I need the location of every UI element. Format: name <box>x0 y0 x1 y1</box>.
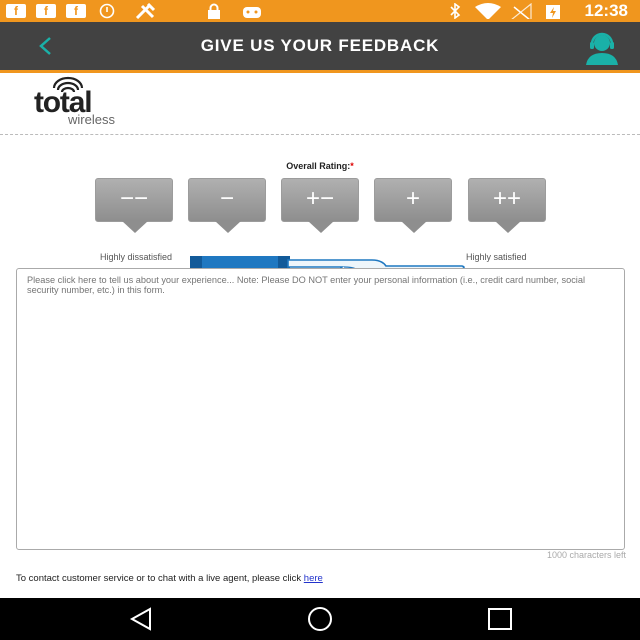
recents-square-icon <box>488 608 512 630</box>
contact-here-link[interactable]: here <box>304 573 323 584</box>
nav-back-button[interactable] <box>120 606 160 632</box>
status-time: 12:38 <box>584 1 628 20</box>
tools-icon <box>135 3 156 19</box>
lock-icon <box>208 3 220 19</box>
rating-option-neutral[interactable]: +− <box>281 178 359 233</box>
total-wireless-logo: total wireless <box>30 76 180 128</box>
home-circle-icon <box>308 607 332 631</box>
game-controller-icon <box>243 7 261 18</box>
rating-slider-thumb[interactable] <box>190 256 290 268</box>
facebook-icon: f <box>36 4 56 18</box>
nav-recents-button[interactable] <box>480 606 520 632</box>
rating-option-negative[interactable]: − <box>188 178 266 233</box>
facebook-icon: f <box>66 4 86 18</box>
navigation-bar <box>0 598 640 640</box>
page-title: GIVE US YOUR FEEDBACK <box>200 36 440 55</box>
bluetooth-icon <box>450 3 461 19</box>
character-counter: 1000 characters left <box>546 550 626 560</box>
alarm-icon <box>99 3 115 19</box>
feedback-textarea[interactable] <box>16 268 625 550</box>
scale-high-label: Highly satisfied <box>466 252 527 262</box>
divider <box>0 134 640 135</box>
wifi-icon <box>475 3 501 19</box>
svg-text:wireless: wireless <box>67 112 115 127</box>
battery-charging-icon <box>546 5 560 19</box>
facebook-icon: f <box>6 4 26 18</box>
support-agent-icon <box>586 32 618 65</box>
no-signal-icon <box>511 3 532 19</box>
app-bar: GIVE US YOUR FEEDBACK <box>0 22 640 70</box>
nav-home-button[interactable] <box>300 606 340 632</box>
overall-rating-label: Overall Rating:* <box>286 161 354 171</box>
back-triangle-icon <box>129 607 151 631</box>
live-agent-button[interactable] <box>578 28 626 66</box>
app-bar-accent-line <box>0 70 640 73</box>
status-bar: f f f 12:38 <box>0 0 640 22</box>
rating-option-very-positive[interactable]: ++ <box>468 178 546 233</box>
contact-info: To contact customer service or to chat w… <box>16 573 323 584</box>
rating-option-very-negative[interactable]: −− <box>95 178 173 233</box>
rating-option-positive[interactable]: + <box>374 178 452 233</box>
scale-low-label: Highly dissatisfied <box>100 252 173 262</box>
